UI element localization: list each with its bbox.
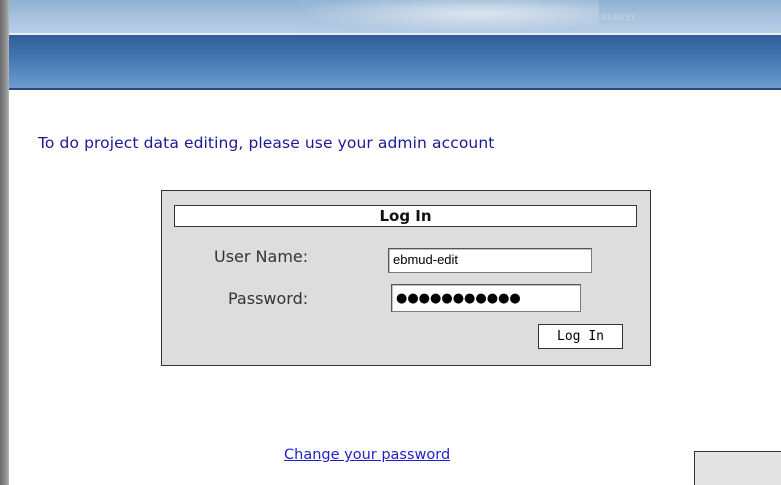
username-input[interactable]: ebmud-edit [388, 248, 592, 273]
password-masked-value: ●●●●●●●●●●● [396, 291, 521, 306]
window-frame-left [0, 0, 9, 485]
username-label: User Name: [214, 247, 309, 266]
password-input[interactable]: ●●●●●●●●●●● [391, 284, 581, 312]
header-band-border [9, 88, 781, 90]
header-band [9, 35, 781, 88]
banner-map-strip: NEARBY [9, 0, 781, 33]
login-panel: Log In User Name: ebmud-edit Password: ●… [161, 190, 651, 366]
banner-map-image [299, 0, 599, 33]
banner-map-text: NEARBY [601, 13, 637, 22]
instruction-text: To do project data editing, please use y… [38, 134, 495, 152]
login-title: Log In [174, 205, 637, 227]
login-button[interactable]: Log In [538, 324, 623, 349]
password-label: Password: [228, 289, 309, 308]
corner-panel [694, 451, 781, 485]
change-password-link[interactable]: Change your password [284, 447, 450, 463]
